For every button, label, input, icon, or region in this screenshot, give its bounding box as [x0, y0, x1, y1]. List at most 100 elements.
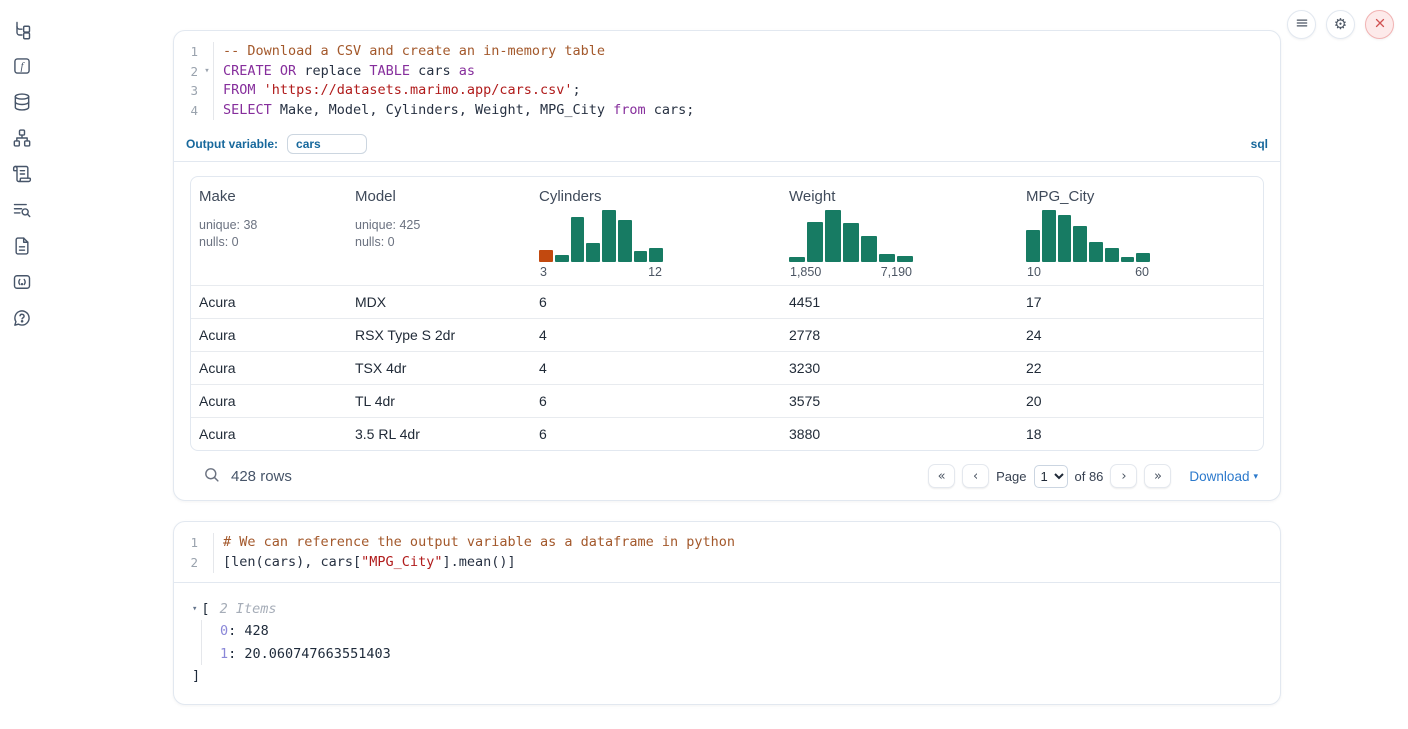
previous-page-button[interactable]: ‹ [962, 464, 989, 488]
hamburger-icon [1295, 16, 1309, 33]
table-cell: 3880 [789, 426, 1026, 442]
table-row[interactable]: AcuraRSX Type S 2dr4277824 [191, 318, 1263, 351]
table-cell: Acura [191, 360, 355, 376]
sidebar-item-logs[interactable] [10, 201, 34, 222]
hist-min-label: 10 [1027, 265, 1041, 279]
sidebar-item-outline[interactable] [10, 165, 34, 186]
sidebar-item-dependency-graph[interactable] [10, 129, 34, 150]
column-stats: unique: 38nulls: 0 [199, 217, 355, 250]
code-line: 1-- Download a CSV and create an in-memo… [174, 42, 1280, 62]
hist-max-label: 60 [1135, 265, 1149, 279]
code-text: FROM 'https://datasets.marimo.app/cars.c… [213, 81, 1280, 101]
notebook-menu-button[interactable] [1287, 10, 1316, 39]
column-name: Make [199, 188, 355, 205]
output-variable-input[interactable] [287, 134, 367, 154]
collapse-chevron-icon[interactable]: ▾ [192, 598, 197, 621]
chevrons-left-icon: « [938, 470, 946, 483]
table-cell: 18 [1026, 426, 1263, 442]
column-name: MPG_City [1026, 188, 1263, 205]
sidebar-item-help[interactable] [10, 309, 34, 330]
table-cell: 24 [1026, 327, 1263, 343]
first-page-button[interactable]: « [928, 464, 955, 488]
code-text: CREATE OR replace TABLE cars as [213, 62, 1280, 82]
table-cell: MDX [355, 294, 539, 310]
sql-code-editor[interactable]: 1-- Download a CSV and create an in-memo… [174, 31, 1280, 129]
download-button[interactable]: Download ▾ [1189, 469, 1258, 484]
column-histogram: 1,850 7,190 [789, 210, 913, 279]
table-row[interactable]: AcuraTSX 4dr4323022 [191, 351, 1263, 384]
line-number: 4 [174, 101, 201, 121]
sidebar-panel-toggle: f [0, 0, 44, 729]
fold-chevron-icon[interactable]: ▾ [201, 62, 213, 82]
tree-entry-key: 0 [220, 623, 228, 639]
search-icon [203, 466, 220, 486]
table-row[interactable]: AcuraMDX6445117 [191, 285, 1263, 318]
fold-gutter [201, 101, 213, 121]
line-number: 1 [174, 42, 201, 62]
sidebar-item-file-explorer[interactable] [10, 21, 34, 42]
next-page-button[interactable]: › [1110, 464, 1137, 488]
page-total-label: of 86 [1075, 469, 1104, 484]
column-header-weight[interactable]: Weight1,8507,190 [789, 188, 1026, 279]
svg-text:f: f [20, 61, 25, 73]
database-icon [12, 92, 32, 115]
python-cell: 1 # We can reference the output variable … [173, 521, 1281, 704]
table-cell: 4 [539, 360, 789, 376]
hist-min-label: 1,850 [790, 265, 821, 279]
table-row[interactable]: AcuraTL 4dr6357520 [191, 384, 1263, 417]
tree-entry: 0: 428 [220, 620, 1264, 643]
sidebar-item-variables[interactable]: f [10, 57, 34, 78]
row-count-label: 428 rows [231, 468, 292, 485]
table-cell: 2778 [789, 327, 1026, 343]
column-header-mpg_city[interactable]: MPG_City 10 60 [1026, 188, 1263, 279]
table-search-button[interactable] [196, 466, 220, 486]
table-cell: TSX 4dr [355, 360, 539, 376]
line-number: 3 [174, 81, 201, 101]
hist-max-label: 12 [648, 265, 662, 279]
notebook-actions: ⚙ [1287, 10, 1394, 39]
chevron-down-icon: ▾ [1253, 471, 1258, 482]
tree-entry: 1: 20.060747663551403 [220, 643, 1264, 666]
python-code-editor[interactable]: 1 # We can reference the output variable … [174, 522, 1280, 581]
chevron-left-icon: ‹ [973, 470, 978, 483]
chevron-right-icon: › [1121, 470, 1126, 483]
settings-button[interactable]: ⚙ [1326, 10, 1355, 39]
code-text: [len(cars), cars["MPG_City"].mean()] [213, 553, 1280, 573]
column-header-make[interactable]: Make unique: 38nulls: 0 [191, 188, 355, 279]
shutdown-button[interactable] [1365, 10, 1394, 39]
notebook-cells: 1-- Download a CSV and create an in-memo… [173, 30, 1281, 705]
column-header-cylinders[interactable]: Cylinders312 [539, 188, 789, 279]
hist-max-label: 7,190 [881, 265, 912, 279]
output-variable-label: Output variable: [186, 137, 278, 151]
table-footer: 428 rows « ‹ Page 1 of 86 › » [190, 451, 1264, 500]
dataframe-table: Make unique: 38nulls: 0Modelunique: 425nu… [190, 176, 1264, 451]
column-header-model[interactable]: Modelunique: 425nulls: 0 [355, 188, 539, 279]
last-page-button[interactable]: » [1144, 464, 1171, 488]
code-line: 2▾CREATE OR replace TABLE cars as [174, 62, 1280, 82]
table-cell: 3575 [789, 393, 1026, 409]
sidebar-item-snippets[interactable] [10, 273, 34, 294]
help-icon [12, 308, 32, 331]
open-bracket: [ [201, 598, 209, 621]
code-line: 3 FROM 'https://datasets.marimo.app/cars.… [174, 81, 1280, 101]
table-cell: Acura [191, 294, 355, 310]
tree-entry-key: 1 [220, 646, 228, 662]
graph-icon [12, 128, 32, 151]
page-select[interactable]: 1 [1034, 465, 1068, 488]
sidebar-item-documentation[interactable] [10, 237, 34, 258]
code-line: 1 # We can reference the output variable … [174, 533, 1280, 553]
cell-language-badge: sql [1251, 137, 1268, 151]
table-cell: 3.5 RL 4dr [355, 426, 539, 442]
chevrons-right-icon: » [1154, 470, 1162, 483]
line-number: 1 [174, 533, 201, 553]
sql-cell-output: Make unique: 38nulls: 0Modelunique: 425nu… [174, 162, 1280, 500]
table-cell: 4451 [789, 294, 1026, 310]
sidebar-item-data-sources[interactable] [10, 93, 34, 114]
table-cell: TL 4dr [355, 393, 539, 409]
function-icon: f [12, 56, 32, 79]
table-row[interactable]: Acura3.5 RL 4dr6388018 [191, 417, 1263, 450]
list-search-icon [12, 200, 32, 223]
column-stats: unique: 425nulls: 0 [355, 217, 539, 250]
snippets-icon [12, 272, 32, 295]
code-text: # We can reference the output variable a… [213, 533, 1280, 553]
